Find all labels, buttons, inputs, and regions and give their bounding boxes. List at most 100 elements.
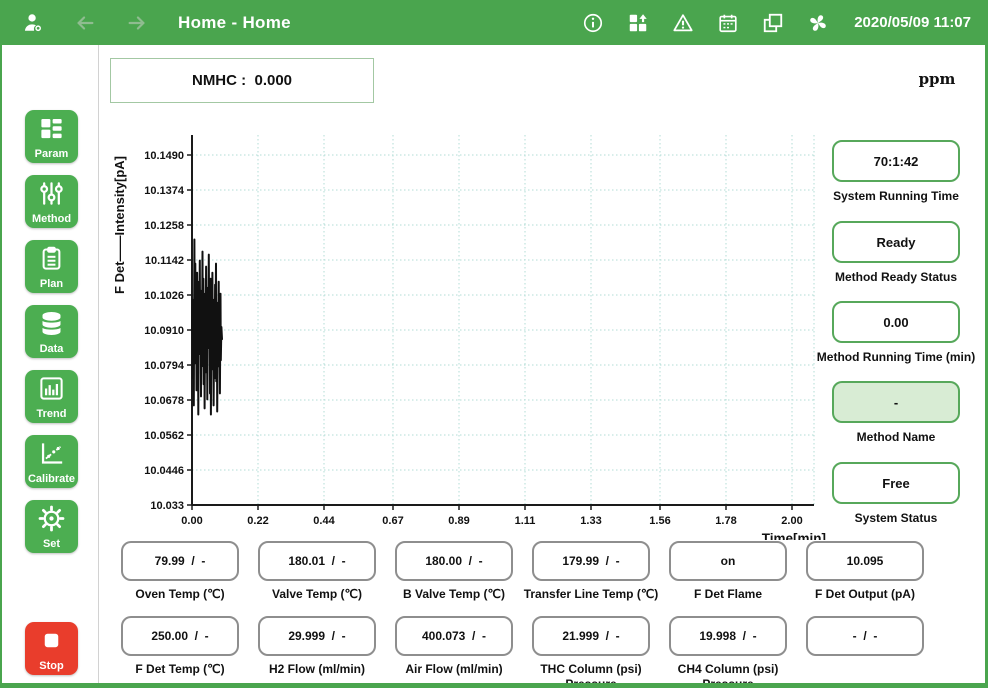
status-label: System Running Time (796, 189, 988, 203)
svg-text:1.11: 1.11 (515, 515, 536, 527)
monitor-label: F Det Flame (653, 587, 803, 602)
status-value: - (894, 395, 898, 410)
monitor-box-f-det-temp[interactable]: 250.00 / - (121, 616, 239, 656)
status-box-method-ready-status[interactable]: Ready (832, 221, 960, 263)
sidebar-item-calibrate[interactable]: Calibrate (25, 435, 78, 488)
svg-text:10.0910: 10.0910 (144, 325, 184, 337)
page-title: Home - Home (178, 13, 291, 33)
svg-text:0.00: 0.00 (181, 515, 202, 527)
svg-text:0.67: 0.67 (382, 515, 403, 527)
sidebar-item-param[interactable]: Param (25, 110, 78, 163)
plan-clipboard-icon (25, 245, 78, 272)
svg-text:0.89: 0.89 (448, 515, 469, 527)
datetime-display: 2020/05/09 11:07 (854, 14, 971, 31)
apps-icon[interactable] (625, 10, 651, 36)
sidebar: Param Method Plan Data Trend Calibrate Set Stop (2, 45, 99, 688)
monitor-label: F Det Output (pA) (790, 587, 940, 602)
status-box-method-running-time[interactable]: 0.00 (832, 301, 960, 343)
method-sliders-icon (25, 180, 78, 207)
stop-button-label: Stop (13, 660, 90, 672)
svg-text:10.0678: 10.0678 (144, 395, 184, 407)
sidebar-item-label: Data (13, 343, 90, 355)
stop-button[interactable]: Stop (25, 622, 78, 675)
sidebar-item-label: Set (13, 538, 90, 550)
monitor-box-h2-flow[interactable]: 29.999 / - (258, 616, 376, 656)
monitor-value: 21.999 / - (562, 629, 619, 643)
monitor-value: - / - (853, 629, 878, 643)
status-label: Method Ready Status (796, 270, 988, 284)
sidebar-item-method[interactable]: Method (25, 175, 78, 228)
status-value: 0.00 (883, 315, 908, 330)
monitor-box-oven-temp[interactable]: 79.99 / - (121, 541, 239, 581)
calendar-icon[interactable] (715, 10, 741, 36)
sidebar-item-data[interactable]: Data (25, 305, 78, 358)
monitor-value: 19.998 / - (699, 629, 756, 643)
forward-arrow-icon[interactable] (124, 10, 150, 36)
status-label: System Status (796, 511, 988, 525)
status-value: 70:1:42 (874, 154, 919, 169)
user-settings-icon[interactable] (20, 10, 46, 36)
sidebar-item-label: Plan (13, 278, 90, 290)
svg-text:1.56: 1.56 (649, 515, 670, 527)
monitor-box-f-det-flame[interactable]: on (669, 541, 787, 581)
windows-icon[interactable] (760, 10, 786, 36)
monitor-label: Air Flow (ml/min) (379, 662, 529, 677)
monitor-value: on (721, 554, 736, 568)
monitor-box-b-valve-temp[interactable]: 180.00 / - (395, 541, 513, 581)
header-bar: Home - Home 2020/05/09 11:07 (2, 0, 985, 45)
monitor-box-air-flow[interactable]: 400.073 / - (395, 616, 513, 656)
calibrate-chart-icon (25, 440, 78, 467)
monitor-label: Transfer Line Temp (℃) (516, 587, 666, 602)
sidebar-item-trend[interactable]: Trend (25, 370, 78, 423)
monitor-box-thc-column-pressure[interactable]: 21.999 / - (532, 616, 650, 656)
sidebar-item-plan[interactable]: Plan (25, 240, 78, 293)
param-icon (25, 115, 78, 142)
fan-icon[interactable] (805, 10, 831, 36)
monitor-value: 179.99 / - (562, 554, 619, 568)
status-box-system-running-time[interactable]: 70:1:42 (832, 140, 960, 182)
analyzer-app-window: Home - Home 2020/05/09 11:07 ParamMet (0, 0, 988, 688)
svg-text:0.44: 0.44 (313, 515, 335, 527)
monitor-value: 180.01 / - (288, 554, 345, 568)
monitor-value: 29.999 / - (288, 629, 345, 643)
sidebar-item-label: Param (13, 148, 90, 160)
monitor-value: 180.00 / - (425, 554, 482, 568)
info-icon[interactable] (580, 10, 606, 36)
svg-text:1.33: 1.33 (580, 515, 601, 527)
back-arrow-icon[interactable] (72, 10, 98, 36)
monitor-value: 250.00 / - (151, 629, 208, 643)
settings-gear-icon (25, 505, 78, 532)
stop-icon (25, 627, 78, 654)
monitor-box-valve-temp[interactable]: 180.01 / - (258, 541, 376, 581)
svg-text:10.0562: 10.0562 (144, 430, 184, 442)
status-box-method-name[interactable]: - (832, 381, 960, 423)
svg-text:F Det——Intensity[pA]: F Det——Intensity[pA] (112, 156, 127, 294)
monitor-box-f-det-output[interactable]: 10.095 (806, 541, 924, 581)
status-box-system-status[interactable]: Free (832, 462, 960, 504)
monitor-label: THC Column (psi) Pressure (516, 662, 666, 688)
sidebar-item-set[interactable]: Set (25, 500, 78, 553)
monitor-box-transfer-line-temp[interactable]: 179.99 / - (532, 541, 650, 581)
svg-text:10.033: 10.033 (150, 500, 184, 512)
svg-text:10.1374: 10.1374 (144, 185, 185, 197)
svg-text:10.1258: 10.1258 (144, 220, 184, 232)
svg-text:10.0794: 10.0794 (144, 360, 185, 372)
monitor-value: 10.095 (847, 554, 884, 568)
svg-text:0.22: 0.22 (247, 515, 268, 527)
svg-text:10.0446: 10.0446 (144, 465, 184, 477)
monitor-value: 400.073 / - (422, 629, 486, 643)
nmhc-readout: NMHC : 0.000 (110, 58, 374, 103)
svg-text:10.1026: 10.1026 (144, 290, 184, 302)
trend-chart-icon (25, 375, 78, 402)
monitor-value: 79.99 / - (155, 554, 206, 568)
monitor-label: B Valve Temp (℃) (379, 587, 529, 602)
sidebar-item-label: Calibrate (13, 473, 90, 485)
nmhc-value: NMHC : 0.000 (192, 72, 292, 89)
svg-text:10.1490: 10.1490 (144, 150, 184, 162)
status-label: Method Running Time (min) (796, 350, 988, 364)
monitor-box-spare[interactable]: - / - (806, 616, 924, 656)
svg-text:10.1142: 10.1142 (145, 255, 184, 267)
warning-icon[interactable] (670, 10, 696, 36)
monitor-label: Valve Temp (℃) (242, 587, 392, 602)
monitor-box-ch4-column-pressure[interactable]: 19.998 / - (669, 616, 787, 656)
